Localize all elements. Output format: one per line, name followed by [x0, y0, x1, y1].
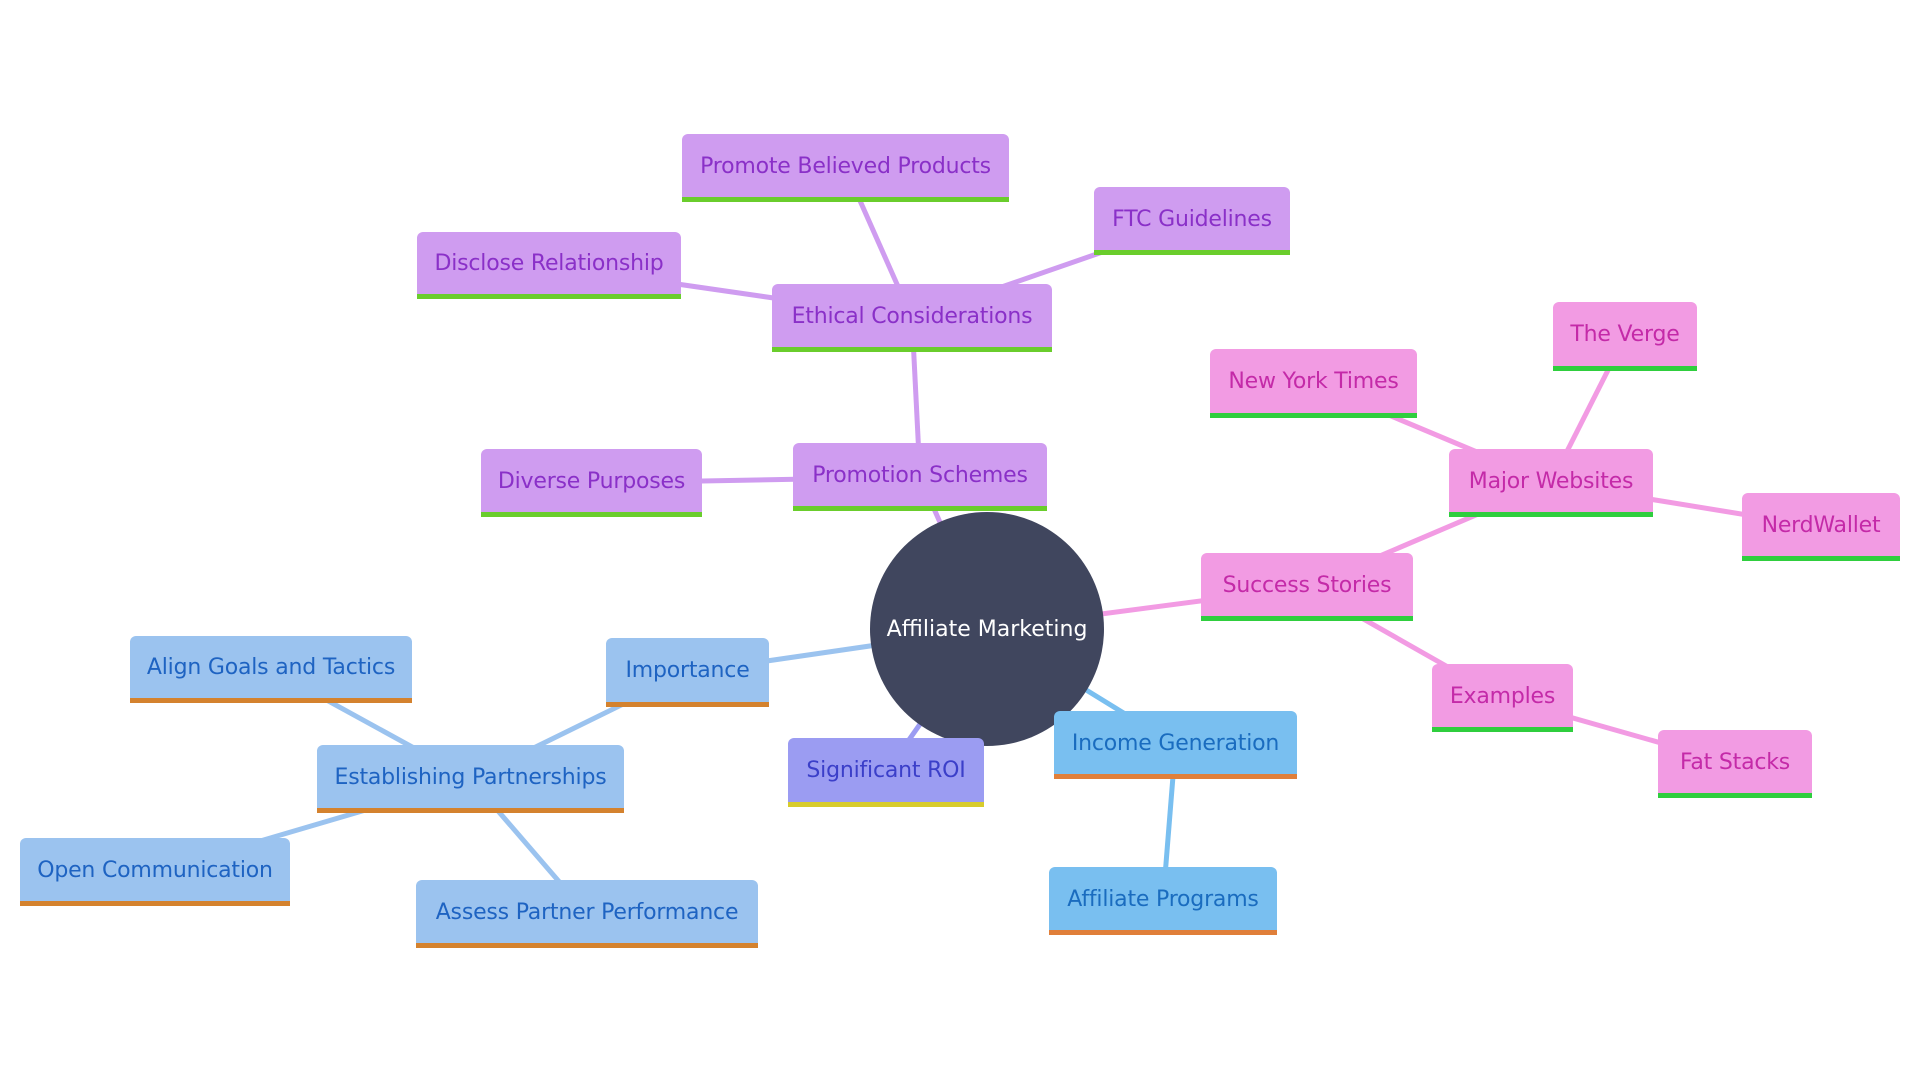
node-examples[interactable]: Examples [1432, 664, 1573, 732]
node-promote-believed-products[interactable]: Promote Believed Products [682, 134, 1009, 202]
node-label: Promote Believed Products [700, 153, 991, 179]
node-diverse-purposes[interactable]: Diverse Purposes [481, 449, 702, 517]
node-establishing-partnerships[interactable]: Establishing Partnerships [317, 745, 624, 813]
node-label: Establishing Partnerships [334, 764, 607, 790]
node-success-stories[interactable]: Success Stories [1201, 553, 1413, 621]
node-label: Ethical Considerations [791, 303, 1033, 329]
node-major-websites[interactable]: Major Websites [1449, 449, 1653, 517]
node-affiliate-programs[interactable]: Affiliate Programs [1049, 867, 1277, 935]
node-fat-stacks[interactable]: Fat Stacks [1658, 730, 1812, 798]
node-disclose-relationship[interactable]: Disclose Relationship [417, 232, 681, 299]
node-assess-partner-performance[interactable]: Assess Partner Performance [416, 880, 758, 948]
node-label: Disclose Relationship [434, 251, 664, 276]
node-align-goals-and-tactics[interactable]: Align Goals and Tactics [130, 636, 412, 703]
node-ethical-considerations[interactable]: Ethical Considerations [772, 284, 1052, 352]
node-label: Affiliate Programs [1067, 886, 1259, 912]
mindmap-canvas: Affiliate Marketing Promotion Schemes Et… [0, 0, 1920, 1080]
node-label: Fat Stacks [1679, 749, 1791, 775]
node-label: Income Generation [1071, 730, 1280, 756]
node-label: Promotion Schemes [812, 462, 1028, 488]
node-significant-roi[interactable]: Significant ROI [788, 738, 984, 807]
node-label: Assess Partner Performance [435, 899, 739, 925]
node-importance[interactable]: Importance [606, 638, 769, 707]
node-label: FTC Guidelines [1112, 206, 1272, 232]
node-label: Significant ROI [806, 758, 966, 783]
node-the-verge[interactable]: The Verge [1553, 302, 1697, 371]
node-label: The Verge [1570, 322, 1680, 347]
node-label: Align Goals and Tactics [146, 655, 396, 680]
node-label: New York Times [1228, 369, 1399, 394]
node-open-communication[interactable]: Open Communication [20, 838, 290, 906]
node-promotion-schemes[interactable]: Promotion Schemes [793, 443, 1047, 511]
root-node-label: Affiliate Marketing [886, 616, 1088, 642]
node-label: Importance [625, 658, 750, 683]
node-label: Open Communication [37, 857, 273, 883]
node-label: Examples [1449, 683, 1556, 709]
node-label: Success Stories [1222, 572, 1392, 598]
node-label: Diverse Purposes [497, 468, 686, 494]
node-income-generation[interactable]: Income Generation [1054, 711, 1297, 779]
node-new-york-times[interactable]: New York Times [1210, 349, 1417, 418]
node-label: NerdWallet [1761, 512, 1881, 538]
node-label: Major Websites [1468, 468, 1634, 494]
node-ftc-guidelines[interactable]: FTC Guidelines [1094, 187, 1290, 255]
node-nerdwallet[interactable]: NerdWallet [1742, 493, 1900, 561]
